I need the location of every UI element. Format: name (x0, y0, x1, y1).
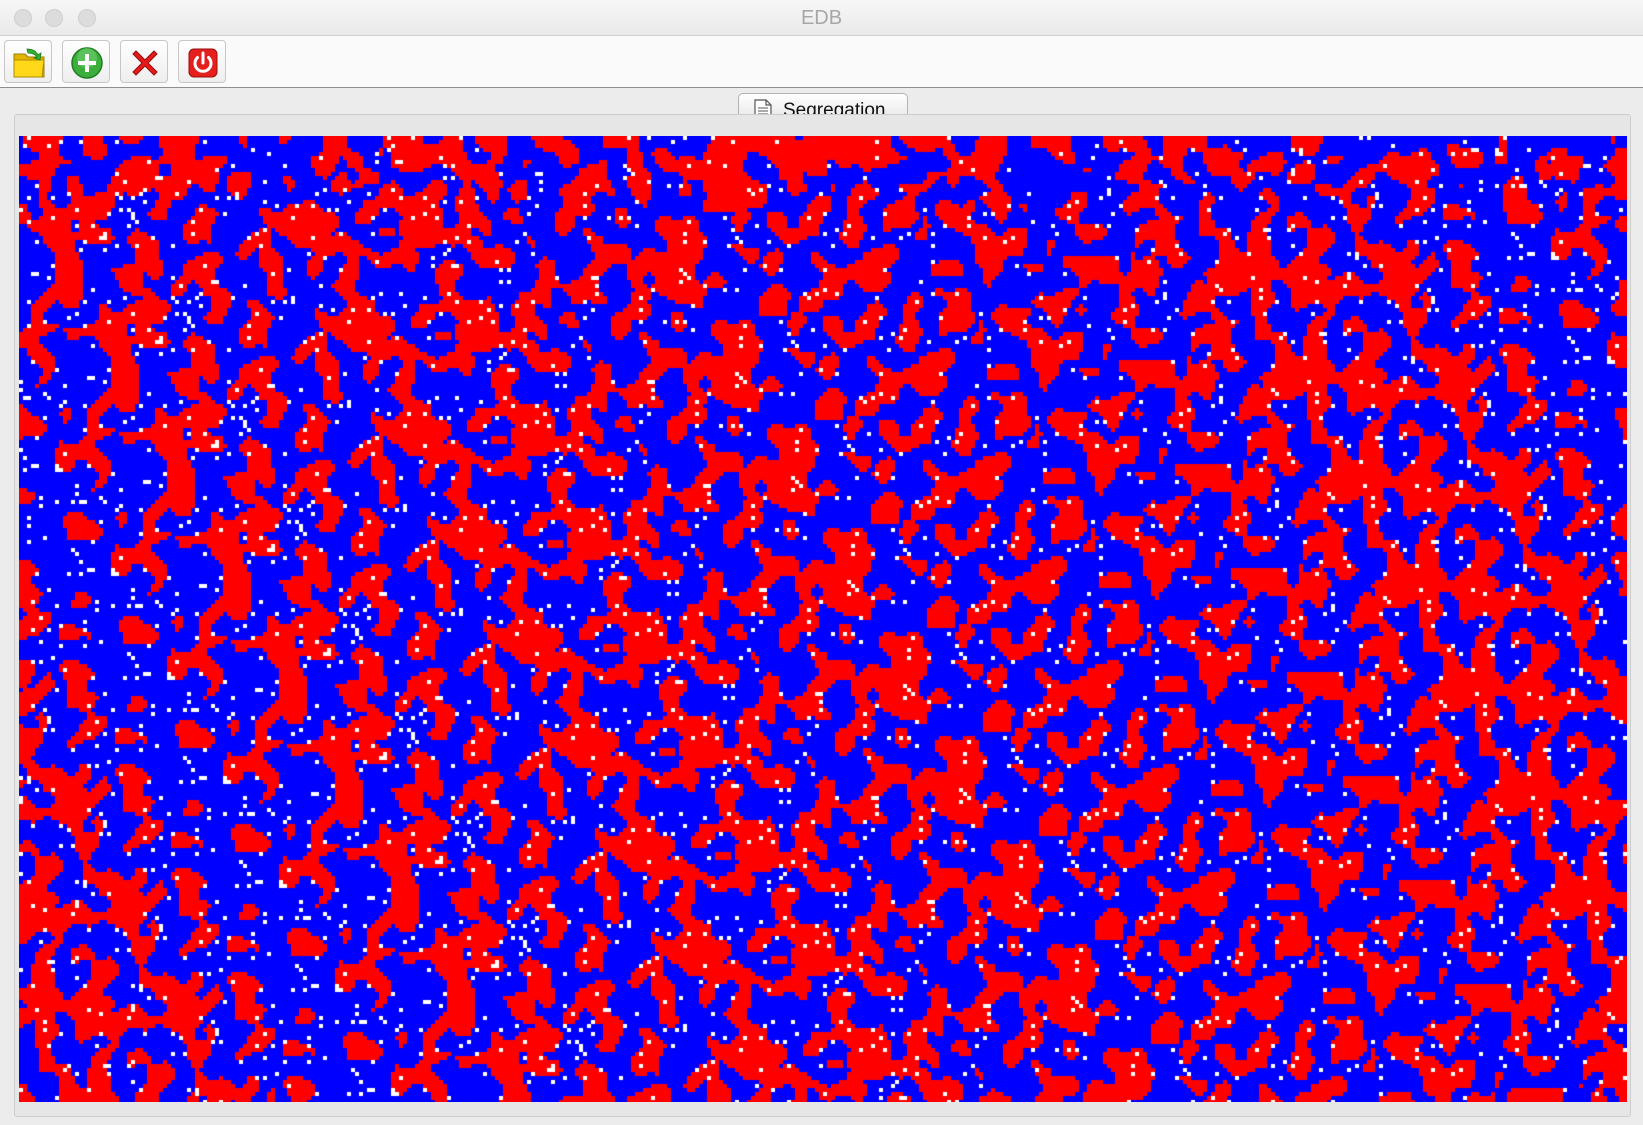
toolbar (0, 36, 1643, 88)
power-icon (188, 48, 218, 78)
delete-button[interactable] (120, 40, 168, 83)
segregation-grid-canvas (19, 136, 1627, 1102)
add-icon (71, 47, 103, 79)
segregation-grid-view[interactable] (19, 136, 1627, 1102)
open-button[interactable] (4, 40, 52, 83)
title-bar: EDB (0, 0, 1643, 36)
delete-icon (132, 50, 158, 76)
window-title: EDB (800, 7, 843, 29)
power-button[interactable] (178, 40, 226, 83)
open-folder-icon (13, 48, 45, 78)
add-button[interactable] (62, 40, 110, 83)
